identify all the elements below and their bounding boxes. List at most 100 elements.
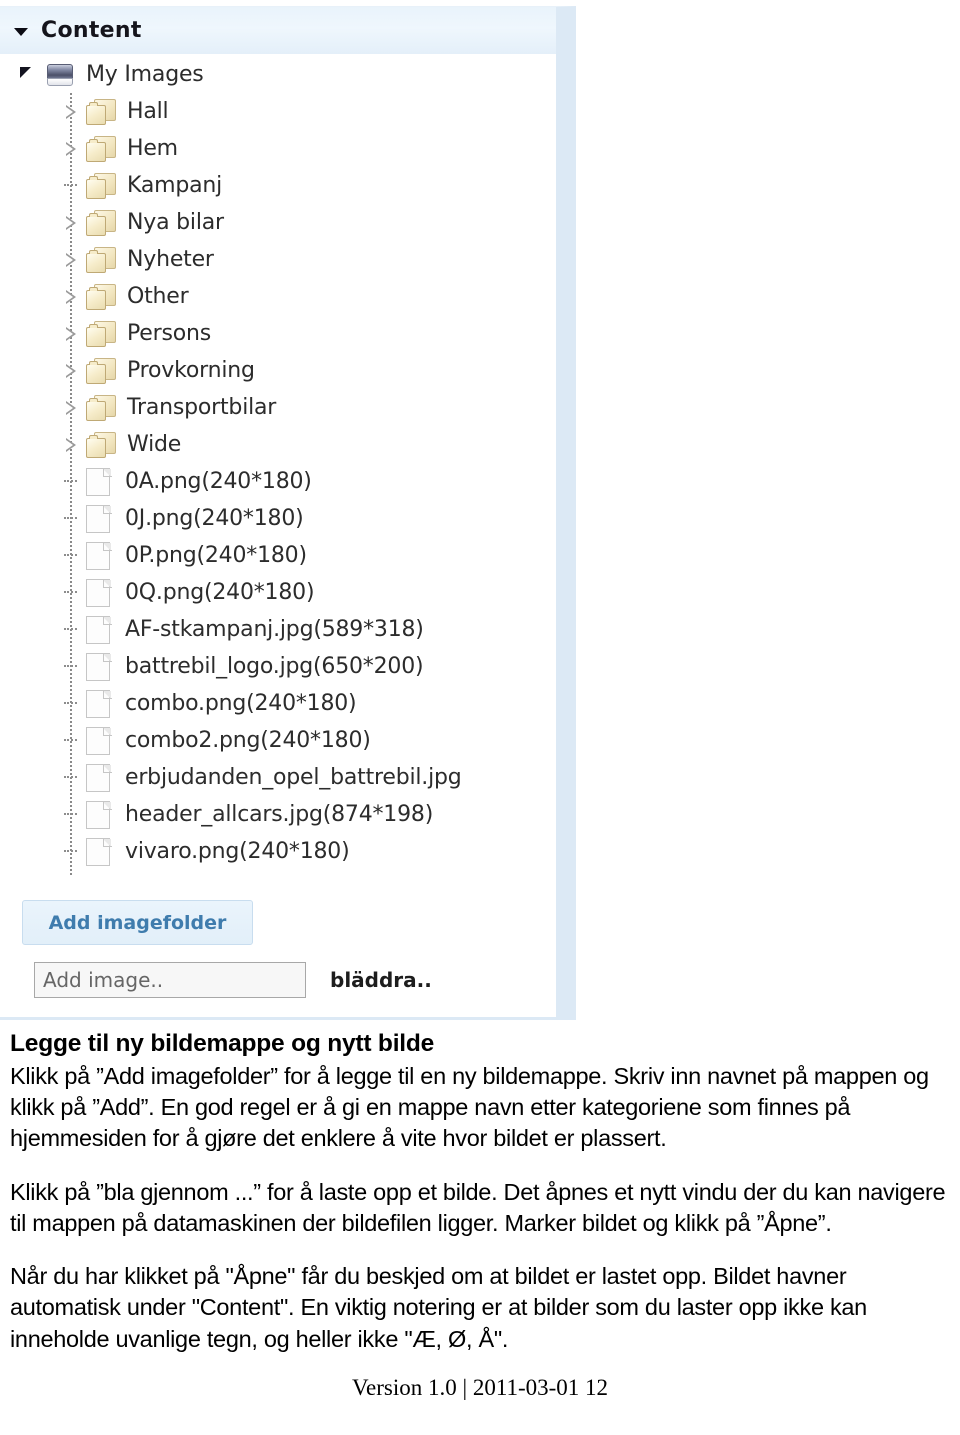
add-imagefolder-button[interactable]: Add imagefolder (22, 900, 253, 945)
dotted-dash-icon (64, 480, 77, 482)
triangle-filled-icon[interactable] (20, 67, 31, 78)
tree-row-folder[interactable]: Hem (0, 130, 556, 167)
tree-item-label: Transportbilar (127, 395, 277, 420)
content-panel-screenshot: Content My Images Hall Hem Kampanj Nya b… (0, 6, 576, 1020)
tree-row-file[interactable]: 0J.png(240*180) (0, 500, 556, 537)
tree-item-label: My Images (86, 62, 204, 87)
dotted-dash-icon (64, 184, 77, 186)
tree-row-file[interactable]: 0P.png(240*180) (0, 537, 556, 574)
tree-item-label: Provkorning (127, 358, 255, 383)
dotted-dash-icon (64, 517, 77, 519)
dotted-dash-icon (64, 554, 77, 556)
file-icon (86, 652, 112, 681)
tree-item-label: Kampanj (127, 173, 223, 198)
tree-item-label: Hem (127, 136, 178, 161)
add-image-row: bläddra.. (34, 962, 432, 998)
dotted-dash-icon (64, 665, 77, 667)
tree-row-file[interactable]: 0Q.png(240*180) (0, 574, 556, 611)
tree-item-label: erbjudanden_opel_battrebil.jpg (125, 765, 462, 790)
triangle-hollow-icon[interactable] (64, 104, 78, 120)
tree-item-label: combo2.png(240*180) (125, 728, 371, 753)
tree-item-label: Wide (127, 432, 182, 457)
file-icon (86, 689, 112, 718)
add-image-input[interactable] (34, 962, 306, 998)
file-icon (86, 541, 112, 570)
tree-item-label: 0A.png(240*180) (125, 469, 312, 494)
file-icon (86, 800, 112, 829)
triangle-hollow-icon[interactable] (64, 363, 78, 379)
triangle-hollow-icon[interactable] (64, 215, 78, 231)
triangle-hollow-icon[interactable] (64, 400, 78, 416)
tree-row-folder[interactable]: Hall (0, 93, 556, 130)
triangle-hollow-icon[interactable] (64, 289, 78, 305)
tree-row-file[interactable]: battrebil_logo.jpg(650*200) (0, 648, 556, 685)
file-icon (86, 763, 112, 792)
browse-button[interactable]: bläddra.. (330, 968, 432, 992)
tree-item-label: Persons (127, 321, 211, 346)
dotted-dash-icon (64, 591, 77, 593)
page-title: Content (41, 18, 142, 43)
content-panel-header[interactable]: Content (0, 7, 556, 55)
tree-item-label: Nyheter (127, 247, 214, 272)
tree-item-label: Nya bilar (127, 210, 224, 235)
doc-heading: Legge til ny bildemappe og nytt bilde (10, 1030, 435, 1057)
doc-paragraph-2: Klikk på ”bla gjennom ...” for å laste o… (10, 1178, 946, 1236)
drive-icon (47, 63, 73, 86)
tree-row-file[interactable]: 0A.png(240*180) (0, 463, 556, 500)
folder-icon (86, 172, 116, 199)
triangle-hollow-icon[interactable] (64, 141, 78, 157)
tree-item-label: AF-stkampanj.jpg(589*318) (125, 617, 424, 642)
folder-icon (86, 135, 116, 162)
folder-icon (86, 431, 116, 458)
folder-icon (86, 320, 116, 347)
doc-paragraph-3: Når du har klikket på "Åpne" får du besk… (10, 1263, 867, 1352)
tree-item-label: Hall (127, 99, 169, 124)
tree-row-folder[interactable]: Nya bilar (0, 204, 556, 241)
triangle-hollow-icon[interactable] (64, 252, 78, 268)
tree-item-label: combo.png(240*180) (125, 691, 357, 716)
tree-row-folder[interactable]: Provkorning (0, 352, 556, 389)
tree-item-label: header_allcars.jpg(874*198) (125, 802, 434, 827)
tree-item-label: vivaro.png(240*180) (125, 839, 350, 864)
folder-icon (86, 246, 116, 273)
triangle-hollow-icon[interactable] (64, 437, 78, 453)
tree-row-folder[interactable]: Kampanj (0, 167, 556, 204)
doc-footer: Version 1.0 | 2011-03-01 12 (351, 1374, 609, 1400)
dotted-dash-icon (64, 739, 77, 741)
file-icon (86, 726, 112, 755)
triangle-hollow-icon[interactable] (64, 326, 78, 342)
tree-row-file[interactable]: vivaro.png(240*180) (0, 833, 556, 870)
dotted-dash-icon (64, 702, 77, 704)
file-icon (86, 615, 112, 644)
folder-icon (86, 283, 116, 310)
tree-row-file[interactable]: erbjudanden_opel_battrebil.jpg (0, 759, 556, 796)
doc-paragraph-1: Klikk på ”Add imagefolder” for å legge t… (10, 1062, 929, 1152)
file-icon (86, 578, 112, 607)
tree-row-file[interactable]: AF-stkampanj.jpg(589*318) (0, 611, 556, 648)
file-icon (86, 504, 112, 533)
tree-item-label: 0P.png(240*180) (125, 543, 307, 568)
tree-row-file[interactable]: combo2.png(240*180) (0, 722, 556, 759)
tree-row-my-images[interactable]: My Images (0, 56, 556, 93)
tree-item-label: battrebil_logo.jpg(650*200) (125, 654, 424, 679)
documentation-text: Legge til ny bildemappe og nytt bilde Kl… (0, 1030, 960, 1401)
tree-item-label: Other (127, 284, 189, 309)
tree-row-file[interactable]: combo.png(240*180) (0, 685, 556, 722)
tree-row-folder[interactable]: Other (0, 278, 556, 315)
image-tree: My Images Hall Hem Kampanj Nya bilar Nyh… (0, 56, 556, 875)
dotted-dash-icon (64, 776, 77, 778)
folder-icon (86, 394, 116, 421)
tree-row-folder[interactable]: Transportbilar (0, 389, 556, 426)
triangle-down-icon[interactable] (14, 27, 28, 36)
dotted-dash-icon (64, 813, 77, 815)
file-icon (86, 467, 112, 496)
tree-item-label: 0Q.png(240*180) (125, 580, 315, 605)
tree-row-folder[interactable]: Persons (0, 315, 556, 352)
folder-icon (86, 209, 116, 236)
dotted-dash-icon (64, 628, 77, 630)
tree-row-folder[interactable]: Nyheter (0, 241, 556, 278)
file-icon (86, 837, 112, 866)
tree-row-file[interactable]: header_allcars.jpg(874*198) (0, 796, 556, 833)
folder-icon (86, 98, 116, 125)
tree-row-folder[interactable]: Wide (0, 426, 556, 463)
